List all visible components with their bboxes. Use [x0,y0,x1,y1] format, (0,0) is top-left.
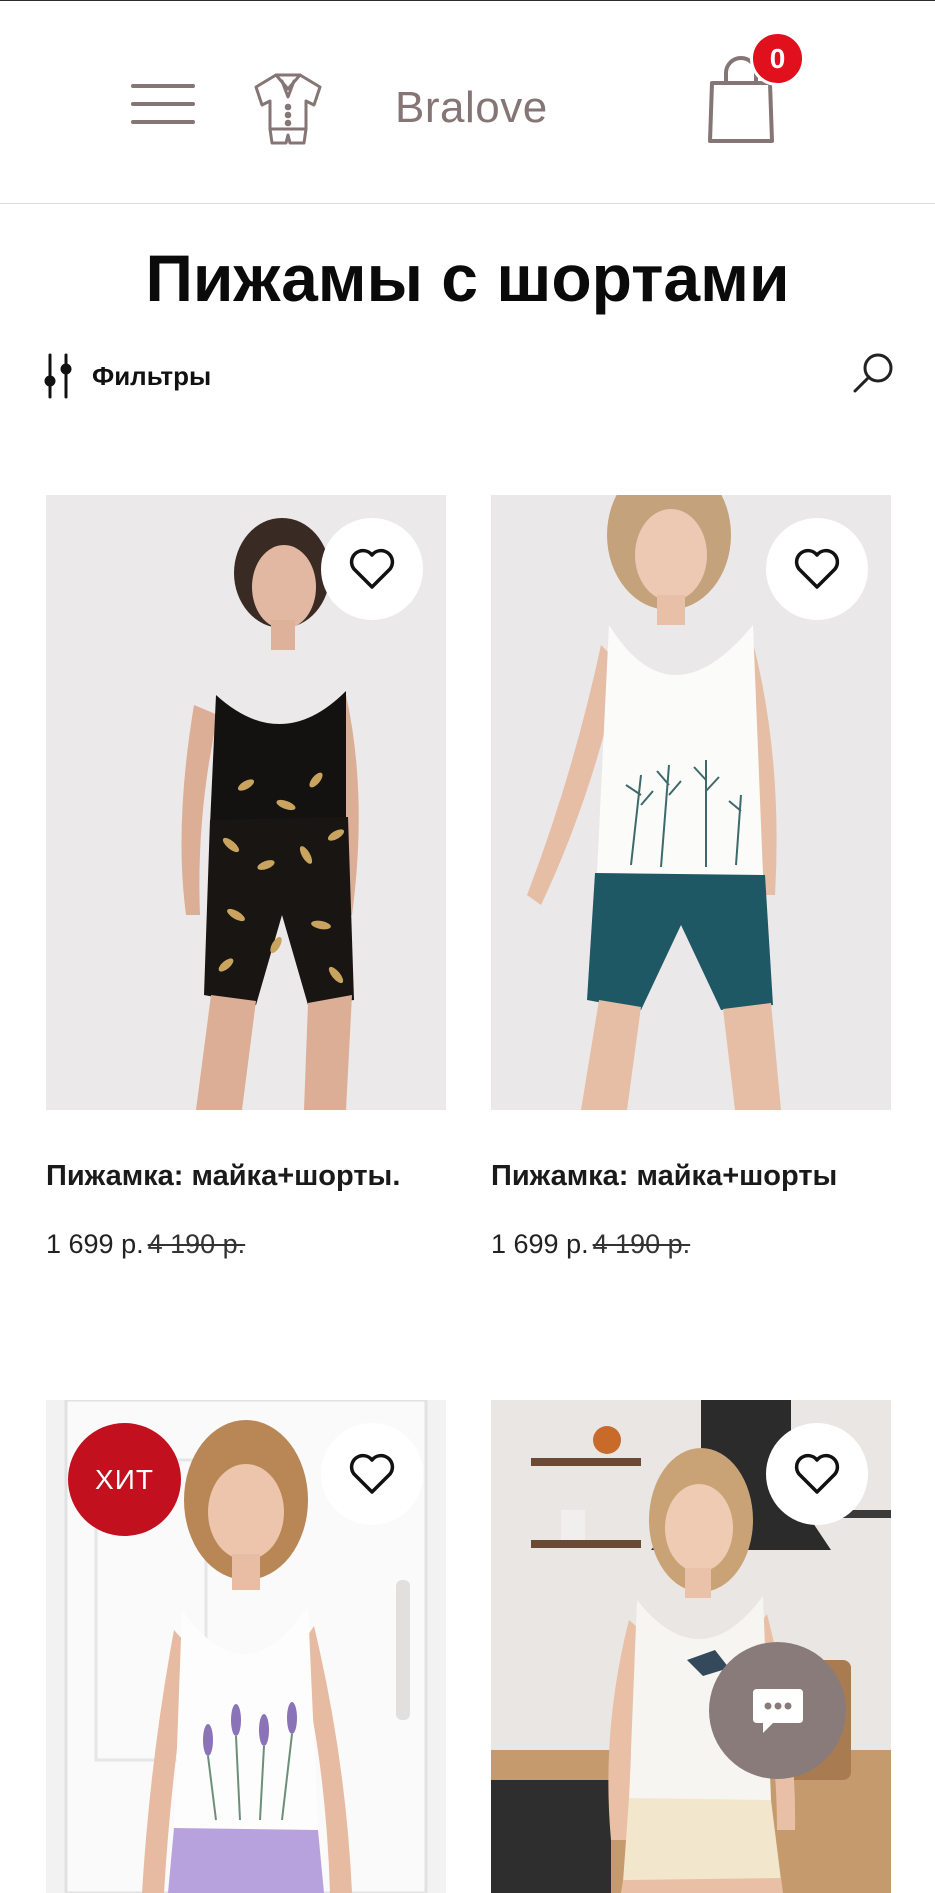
product-image[interactable] [491,1400,891,1893]
product-image[interactable]: ХИТ [46,1400,446,1893]
pajama-icon[interactable] [248,67,328,147]
filters-button[interactable]: Фильтры [44,352,211,400]
product-name[interactable]: Пижамка: майка+шорты. [46,1160,400,1193]
chat-icon [752,1688,803,1733]
filter-sliders-icon [44,353,72,399]
product-image[interactable] [491,495,891,1110]
page-title: Пижамы с шортами [145,241,790,315]
favorite-button[interactable] [321,1423,423,1525]
price-row: 1 699 р. 4 190 р. [46,1229,245,1260]
current-price: 1 699 р. [46,1229,144,1259]
cart-count-badge: 0 [750,31,805,86]
old-price: 4 190 р. [592,1229,691,1259]
favorite-button[interactable] [321,518,423,620]
product-card[interactable] [491,495,891,1110]
search-icon[interactable] [850,350,896,396]
favorite-button[interactable] [766,1423,868,1525]
favorite-button[interactable] [766,518,868,620]
heart-icon [794,548,840,589]
chat-button[interactable] [709,1642,846,1779]
product-card[interactable]: ХИТ [46,1400,446,1893]
price-row: 1 699 р. 4 190 р. [491,1229,690,1260]
heart-icon [349,1453,395,1494]
product-image[interactable] [46,495,446,1110]
heart-icon [349,548,395,589]
site-header: Bralove [0,1,935,204]
heart-icon [794,1453,840,1494]
hit-badge: ХИТ [68,1423,181,1536]
filters-label: Фильтры [92,360,212,391]
product-name[interactable]: Пижамка: майка+шорты [491,1160,837,1193]
current-price: 1 699 р. [491,1229,589,1259]
product-card[interactable] [491,1400,891,1893]
menu-icon[interactable] [131,84,195,124]
product-card[interactable] [46,495,446,1110]
old-price: 4 190 р. [147,1229,246,1259]
brand-name[interactable]: Bralove [395,83,548,133]
